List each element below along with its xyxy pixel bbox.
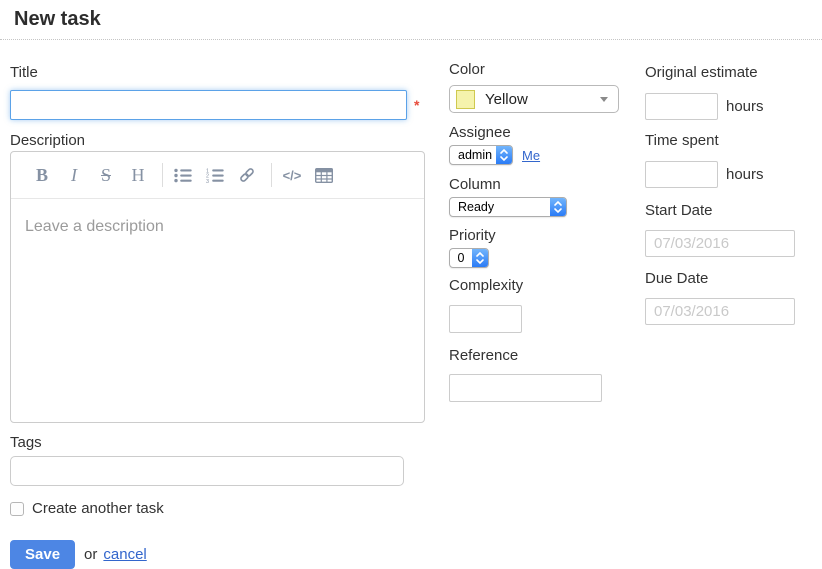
time-spent-suffix: hours [726,166,764,183]
editor-toolbar: B I S H 1 2 3 [11,152,424,199]
or-text: or [84,546,97,563]
title-row: * [10,90,428,120]
ordered-list-icon[interactable]: 1 2 3 [205,163,225,187]
code-icon[interactable]: </> [282,163,302,187]
select-stepper-icon [550,198,566,216]
priority-selected-value: 0 [450,249,472,267]
title-label: Title [10,65,428,81]
assignee-row: admin Me [449,145,635,165]
middle-column: Color Yellow Assignee admin Me Column Re… [449,62,635,402]
italic-icon[interactable]: I [64,163,84,187]
page-title: New task [14,9,822,29]
column-selected-value: Ready [450,198,550,216]
description-textarea[interactable]: Leave a description [11,199,424,255]
select-stepper-icon [472,249,488,267]
form-actions: Save or cancel [10,540,428,569]
heading-icon[interactable]: H [128,163,148,187]
due-date-label: Due Date [645,271,817,287]
description-label: Description [10,133,428,149]
right-column: Original estimate hours Time spent hours… [645,65,817,325]
complexity-input[interactable] [449,305,522,333]
column-label: Column [449,177,635,193]
cancel-link[interactable]: cancel [103,546,146,563]
original-estimate-row: hours [645,93,817,120]
table-icon[interactable] [314,163,334,187]
tags-input[interactable] [10,456,404,486]
link-icon[interactable] [237,163,257,187]
create-another-row: Create another task [10,501,428,517]
save-button[interactable]: Save [10,540,75,569]
complexity-label: Complexity [449,278,635,294]
column-select[interactable]: Ready [449,197,567,217]
reference-input[interactable] [449,374,602,402]
start-date-input[interactable] [645,230,795,257]
due-date-input[interactable] [645,298,795,325]
page-header: New task [0,0,822,40]
color-select[interactable]: Yellow [449,85,619,113]
original-estimate-input[interactable] [645,93,718,120]
select-stepper-icon [496,146,512,164]
create-another-label: Create another task [32,501,164,517]
original-estimate-suffix: hours [726,98,764,115]
toolbar-separator [162,163,163,187]
tags-label: Tags [10,435,428,451]
chevron-down-icon [600,97,608,102]
color-swatch-yellow [456,90,475,109]
color-label: Color [449,62,635,78]
assignee-select[interactable]: admin [449,145,513,165]
time-spent-label: Time spent [645,133,817,149]
svg-text:3: 3 [206,178,209,182]
bold-icon[interactable]: B [32,163,52,187]
description-placeholder: Leave a description [25,218,164,235]
new-task-page: New task Title * Description B I S H [0,0,822,569]
unordered-list-icon[interactable] [173,163,193,187]
time-spent-row: hours [645,161,817,188]
assignee-label: Assignee [449,125,635,141]
required-asterisk: * [414,97,419,113]
create-another-checkbox[interactable] [10,502,24,516]
toolbar-separator [271,163,272,187]
title-input[interactable] [10,90,407,120]
assign-to-me-link[interactable]: Me [522,148,540,163]
time-spent-input[interactable] [645,161,718,188]
priority-label: Priority [449,228,635,244]
start-date-label: Start Date [645,203,817,219]
left-column: Title * Description B I S H [10,65,428,569]
color-selected-value: Yellow [485,91,528,108]
assignee-selected-value: admin [450,146,496,164]
description-editor[interactable]: B I S H 1 2 3 [10,151,425,423]
reference-label: Reference [449,348,635,364]
original-estimate-label: Original estimate [645,65,817,81]
strikethrough-icon[interactable]: S [96,163,116,187]
priority-select[interactable]: 0 [449,248,489,268]
